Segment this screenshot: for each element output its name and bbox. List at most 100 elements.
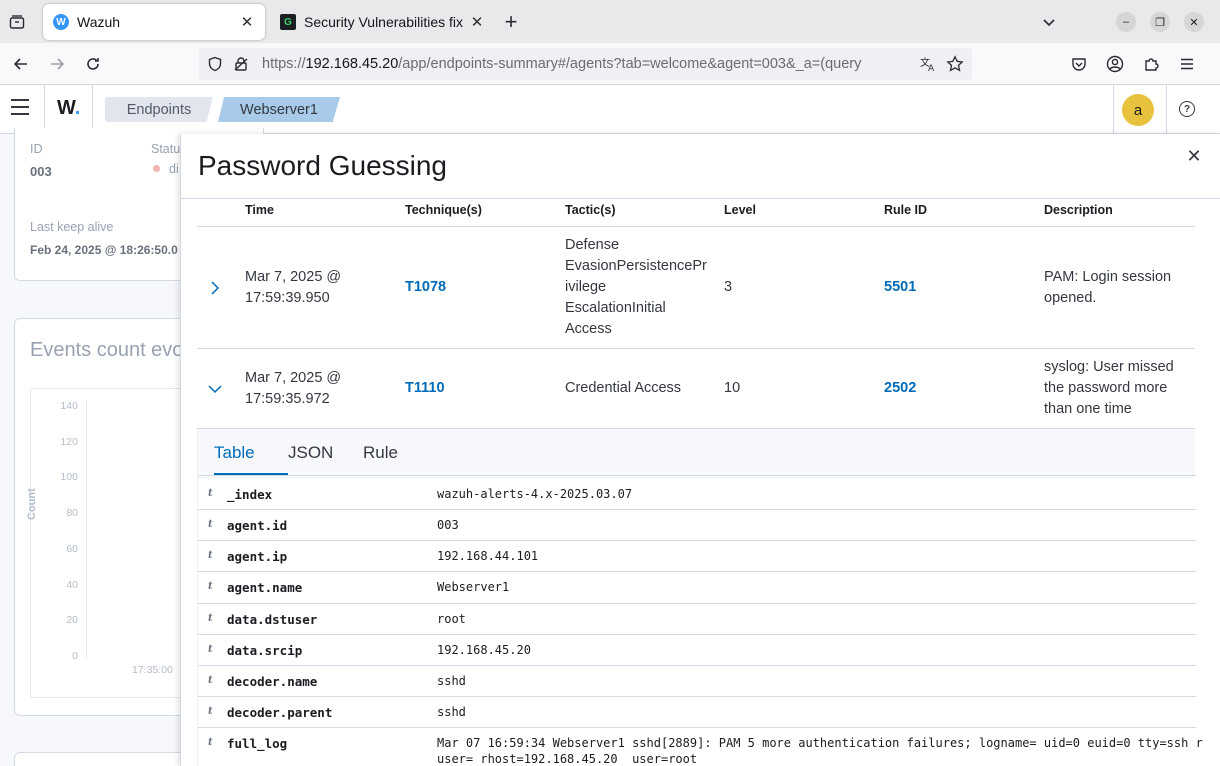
agent-id-label: ID [30,142,43,156]
close-tab-icon[interactable]: ✕ [237,12,257,32]
column-header-technique[interactable]: Technique(s) [405,203,482,217]
header-divider [1113,85,1114,133]
chart-y-axis-label: Count [26,488,38,520]
header-divider [44,85,45,133]
row-time: Mar 7, 2025 @ 17:59:39.950 [245,267,341,309]
string-type-icon: t [208,706,213,717]
column-header-description[interactable]: Description [1044,203,1113,217]
new-tab-icon[interactable]: + [499,9,523,34]
tab-overview-icon[interactable] [5,10,29,34]
field-row[interactable]: t decoder.name sshd [198,666,1196,697]
tactic-line: ivilege [565,279,607,295]
url-text: https://192.168.45.20/app/endpoints-summ… [262,56,912,72]
tactic-line: EvasionPersistencePr [565,258,707,274]
column-header-time[interactable]: Time [245,203,274,217]
string-type-icon: t [208,644,213,655]
field-name: agent.ip [227,549,288,564]
flyout-title: Password Guessing [198,150,448,181]
app-menu-icon[interactable] [1175,52,1199,76]
row-level: 3 [724,279,733,295]
tactic-line: Defense [565,237,620,253]
y-tick: 0 [72,650,78,662]
svg-text:A: A [928,64,935,73]
technique-flyout: Password Guessing ✕ Time Technique(s) Ta… [180,134,1220,766]
string-type-icon: t [208,737,213,748]
tactic-line: Credential Access [565,380,682,396]
field-value: sshd [437,705,466,719]
menu-hamburger-icon[interactable] [11,99,31,119]
list-all-tabs-icon[interactable] [1037,10,1061,34]
url-scheme: https:// [262,56,306,72]
field-name: agent.id [227,518,288,533]
close-flyout-icon[interactable]: ✕ [1184,146,1204,166]
app-header: W. Endpoints Webserver1 a ? [0,85,1220,134]
site-favicon-icon: G [280,14,296,30]
bookmark-star-icon[interactable] [946,55,964,76]
reload-icon[interactable] [81,52,105,76]
row-tactics: Credential Access [565,378,681,399]
account-icon[interactable] [1103,52,1127,76]
field-row[interactable]: t data.dstuser root [198,604,1196,635]
technique-link[interactable]: T1110 [405,378,445,399]
user-avatar[interactable]: a [1122,94,1154,126]
breadcrumb-endpoints[interactable]: Endpoints [105,97,213,122]
events-count-title: Events count evo [30,339,184,361]
field-row[interactable]: t full_log Mar 07 16:59:34 Webserver1 ss… [198,728,1203,766]
field-row[interactable]: t _index wazuh-alerts-4.x-2025.03.07 [198,479,1196,510]
minimize-window-icon[interactable]: – [1116,12,1136,32]
row-level: 10 [724,380,741,396]
address-bar[interactable]: https://192.168.45.20/app/endpoints-summ… [199,48,972,80]
field-value: Webserver1 [437,580,510,594]
field-row[interactable]: t agent.name Webserver1 [198,572,1196,604]
collapse-row-chevron-down-icon[interactable] [207,381,223,397]
tab-security-vulnerabilities[interactable]: G Security Vulnerabilities fix ✕ [270,4,495,40]
url-host: 192.168.45.20 [305,56,399,72]
tab-json[interactable]: JSON [288,443,333,463]
tab-table[interactable]: Table [214,443,255,463]
description-line: PAM: Login session [1044,269,1172,285]
close-window-icon[interactable]: ✕ [1184,12,1204,32]
description-line: opened. [1044,290,1097,306]
wazuh-logo[interactable]: W. [57,97,80,120]
string-type-icon: t [208,488,213,499]
rule-id-link[interactable]: 5501 [884,277,916,298]
url-path: /app/endpoints-summary#/agents?tab=welco… [398,56,862,72]
browser-tab-bar: W Wazuh ✕ G Security Vulnerabilities fix… [0,0,1220,43]
y-tick: 40 [66,579,78,591]
column-header-level[interactable]: Level [724,203,756,217]
rule-id-link[interactable]: 2502 [884,378,916,399]
field-value: root [437,612,466,626]
pocket-icon[interactable] [1067,52,1091,76]
field-name: _index [227,487,273,502]
time-date: Mar 7, 2025 @ [245,269,342,285]
close-tab-icon[interactable]: ✕ [467,12,487,32]
translate-icon[interactable]: 文A [919,55,937,76]
help-icon[interactable]: ? [1179,101,1195,117]
tab-rule[interactable]: Rule [363,443,398,463]
y-tick: 100 [60,471,78,483]
row-divider [197,348,1195,349]
field-row[interactable]: t agent.ip 192.168.44.101 [198,541,1196,572]
tactic-line: Access [565,321,612,337]
tracking-protection-icon[interactable] [207,56,223,75]
restore-window-icon[interactable]: ❐ [1150,12,1170,32]
field-row[interactable]: t agent.id 003 [198,510,1196,541]
column-header-rule-id[interactable]: Rule ID [884,203,927,217]
forward-icon[interactable] [45,52,69,76]
time-clock: 17:59:39.950 [245,290,330,306]
back-icon[interactable] [9,52,33,76]
insecure-lock-icon[interactable] [233,56,249,75]
technique-link[interactable]: T1078 [405,277,446,298]
expand-row-chevron-right-icon[interactable] [207,280,223,296]
time-date: Mar 7, 2025 @ [245,370,342,386]
field-value: 003 [437,518,459,532]
field-name: full_log [227,736,288,751]
field-row[interactable]: t data.srcip 192.168.45.20 [198,635,1196,666]
tab-wazuh[interactable]: W Wazuh ✕ [43,4,265,40]
extensions-icon[interactable] [1139,52,1163,76]
header-divider [92,85,93,133]
field-row[interactable]: t decoder.parent sshd [198,697,1196,728]
row-description: syslog: User missed the password more th… [1044,357,1174,420]
tactic-line: EscalationInitial [565,300,666,316]
column-header-tactic[interactable]: Tactic(s) [565,203,615,217]
